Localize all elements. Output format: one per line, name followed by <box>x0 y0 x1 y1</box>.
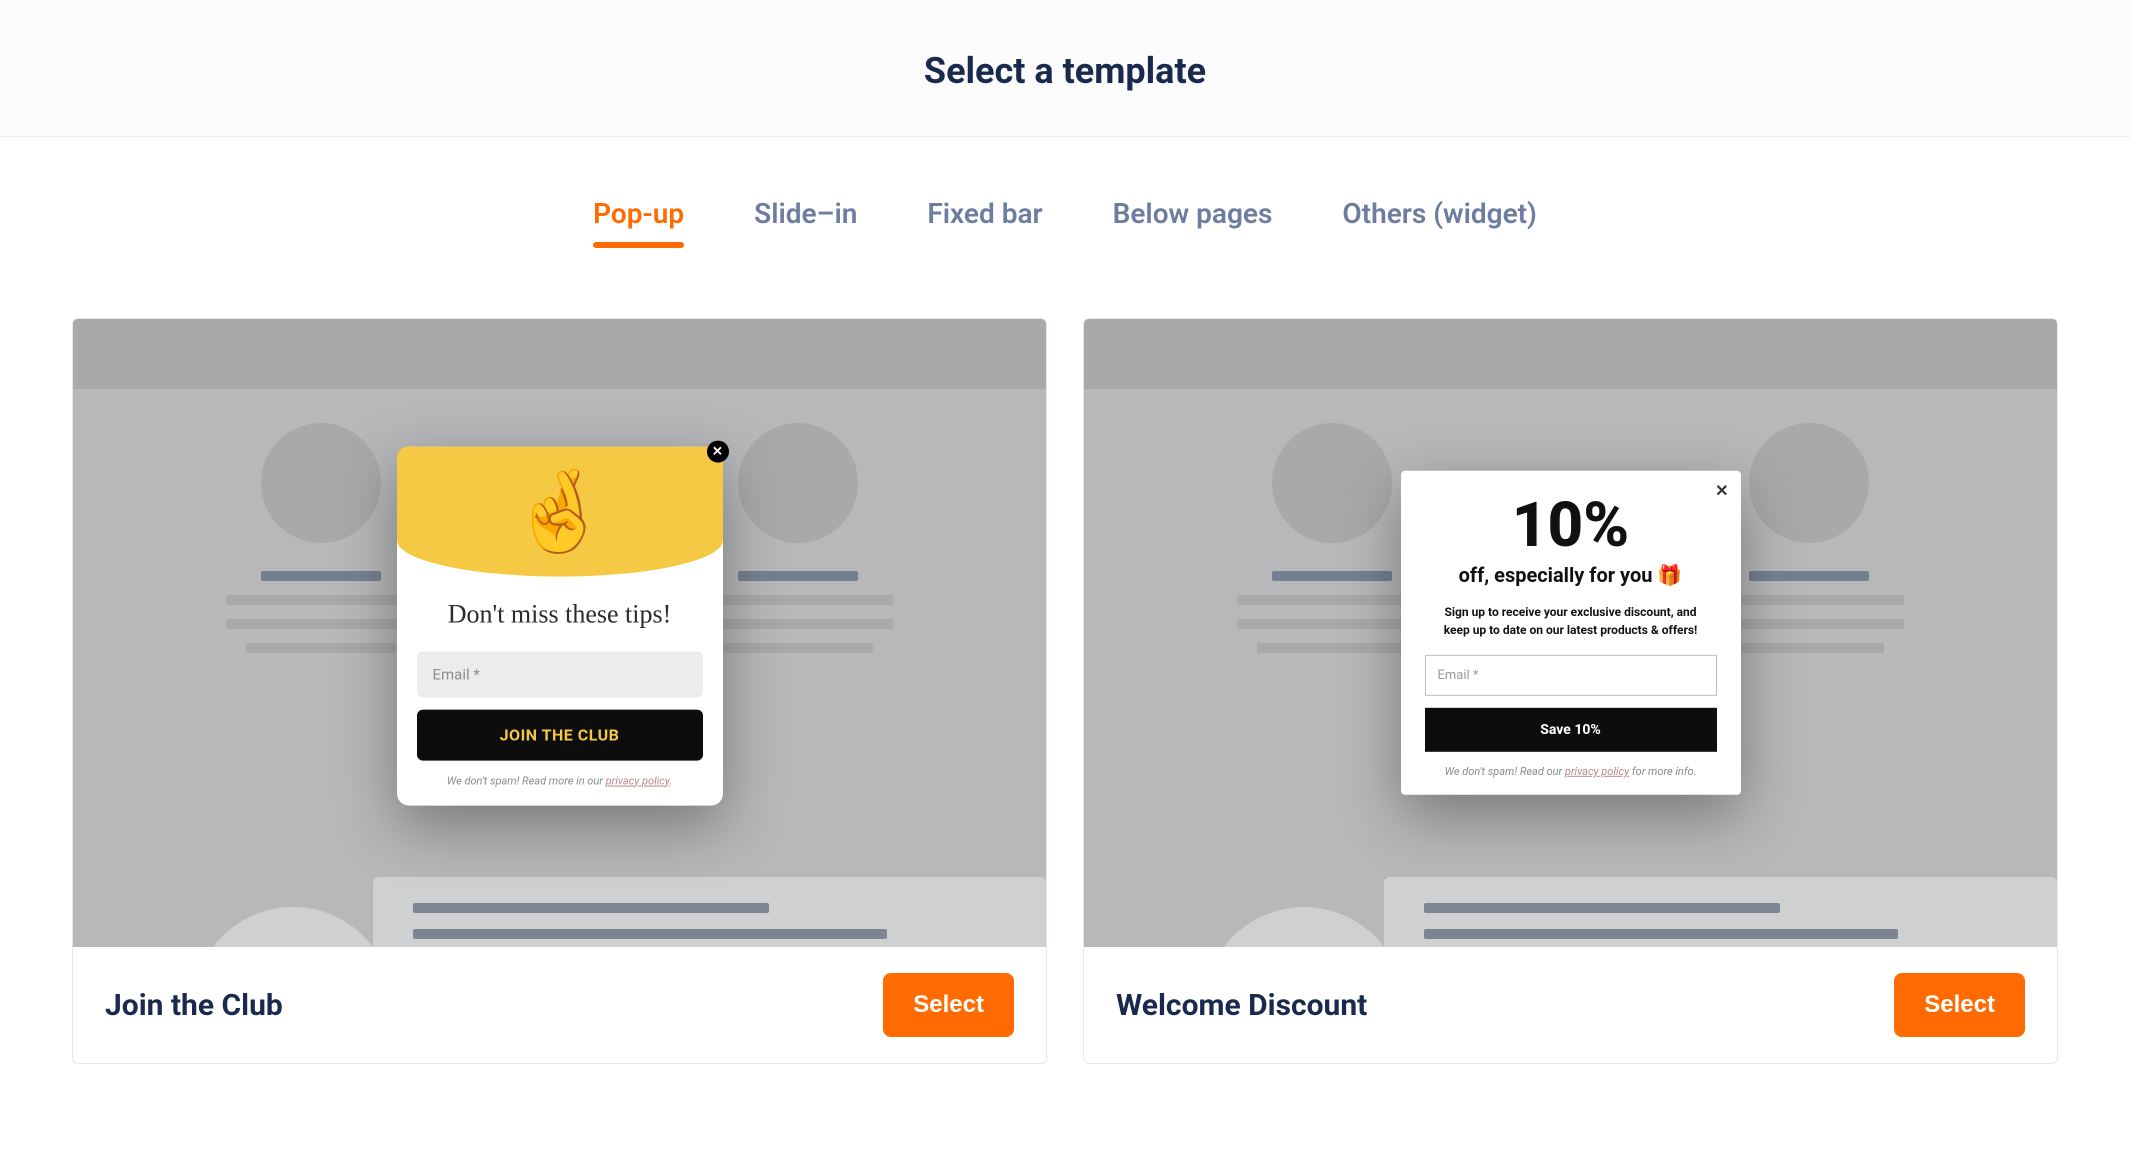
page-header: Select a template <box>0 0 2130 137</box>
popup-fine-print: We don't spam! Read more in our privacy … <box>397 760 723 787</box>
template-gallery: ✕ 🤞 Don't miss these tips! Email * JOIN … <box>0 248 2130 1104</box>
template-card: ✕ 10% off, especially for you 🎁 Sign up … <box>1083 318 2058 1064</box>
popup-description: Sign up to receive your exclusive discou… <box>1425 603 1717 655</box>
popup-join-the-club: ✕ 🤞 Don't miss these tips! Email * JOIN … <box>397 447 723 806</box>
popup-heading: Don't miss these tips! <box>397 577 723 646</box>
email-field[interactable]: Email * <box>417 651 703 697</box>
skeleton-topbar <box>1084 319 2057 389</box>
popup-subtitle: off, especially for you 🎁 <box>1425 563 1717 587</box>
template-type-tabs: Pop-up Slide–in Fixed bar Below pages Ot… <box>0 137 2130 248</box>
join-the-club-button[interactable]: JOIN THE CLUB <box>417 709 703 760</box>
tab-others[interactable]: Others (widget) <box>1342 197 1537 248</box>
fingers-crossed-icon: 🤞 <box>510 472 610 552</box>
email-field[interactable]: Email * <box>1425 655 1717 696</box>
template-preview: ✕ 10% off, especially for you 🎁 Sign up … <box>1084 319 2057 947</box>
close-icon[interactable]: ✕ <box>1715 481 1728 500</box>
template-card-footer: Join the Club Select <box>73 947 1046 1063</box>
popup-discount-amount: 10% <box>1425 495 1717 557</box>
skeleton-topbar <box>73 319 1046 389</box>
privacy-policy-link[interactable]: privacy policy <box>1565 765 1629 778</box>
save-discount-button[interactable]: Save 10% <box>1425 708 1717 752</box>
tab-below-pages[interactable]: Below pages <box>1113 197 1273 248</box>
tab-fixed-bar[interactable]: Fixed bar <box>927 197 1042 248</box>
template-name: Welcome Discount <box>1116 988 1367 1023</box>
privacy-policy-link[interactable]: privacy policy <box>606 774 670 787</box>
template-preview: ✕ 🤞 Don't miss these tips! Email * JOIN … <box>73 319 1046 947</box>
tab-popup[interactable]: Pop-up <box>593 197 684 248</box>
template-name: Join the Club <box>105 988 283 1023</box>
close-icon[interactable]: ✕ <box>707 441 729 463</box>
popup-fine-print: We don't spam! Read our privacy policy f… <box>1425 764 1717 779</box>
popup-hero: ✕ 🤞 <box>397 447 723 577</box>
select-button[interactable]: Select <box>883 973 1014 1037</box>
tab-slide-in[interactable]: Slide–in <box>754 197 857 248</box>
template-card-footer: Welcome Discount Select <box>1084 947 2057 1063</box>
template-card: ✕ 🤞 Don't miss these tips! Email * JOIN … <box>72 318 1047 1064</box>
popup-welcome-discount: ✕ 10% off, especially for you 🎁 Sign up … <box>1401 471 1741 795</box>
select-button[interactable]: Select <box>1894 973 2025 1037</box>
page-title: Select a template <box>0 50 2130 92</box>
